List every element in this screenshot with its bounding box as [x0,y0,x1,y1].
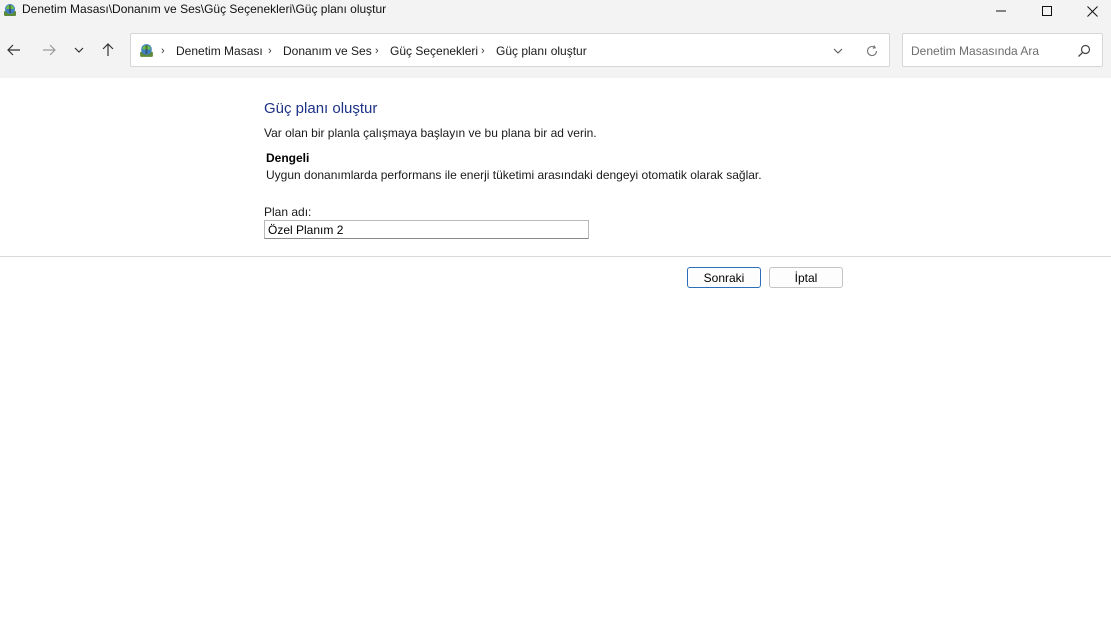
recent-locations-button[interactable] [67,40,91,60]
refresh-icon [866,45,878,57]
plan-name-input[interactable] [264,220,589,239]
refresh-button[interactable] [864,43,880,59]
page-title: Güç planı oluştur [264,100,378,117]
arrow-up-icon [102,43,114,56]
breadcrumb-create-power-plan[interactable]: Güç planı oluştur [496,44,587,58]
close-button[interactable] [1069,0,1111,22]
breadcrumb-power-options[interactable]: Güç Seçenekleri [390,44,478,58]
breadcrumb-separator-icon[interactable]: › [481,44,485,58]
chevron-down-icon [833,48,843,54]
back-button[interactable] [2,40,26,60]
minimize-icon [996,10,1006,12]
maximize-icon [1042,6,1052,16]
minimize-button[interactable] [978,0,1024,22]
search-input[interactable] [911,43,1071,59]
window-title: Denetim Masası\Donanım ve Ses\Güç Seçene… [22,2,387,16]
plan-name-label: Plan adı: [264,205,312,219]
chevron-down-icon [74,47,84,53]
intro-text: Var olan bir planla çalışmaya başlayın v… [264,126,597,140]
control-panel-icon [138,42,155,59]
arrow-right-icon [43,44,56,56]
search-icon[interactable] [1076,43,1092,59]
breadcrumb-separator-icon[interactable]: › [375,44,379,58]
control-panel-icon [2,2,18,18]
title-bar: Denetim Masası\Donanım ve Ses\Güç Seçene… [0,0,1111,22]
navigation-bar: › Denetim Masası › Donanım ve Ses › Güç … [0,22,1111,78]
breadcrumb-hardware-sound[interactable]: Donanım ve Ses [283,44,372,58]
base-plan-name: Dengeli [266,151,310,165]
forward-button[interactable] [37,40,61,60]
close-icon [1086,5,1098,17]
address-history-button[interactable] [831,44,845,58]
arrow-left-icon [7,44,20,56]
next-button[interactable]: Sonraki [687,267,761,288]
breadcrumb-separator-icon[interactable]: › [161,44,165,58]
divider [0,256,1111,257]
search-box[interactable] [902,33,1103,67]
breadcrumb-control-panel[interactable]: Denetim Masası [176,44,263,58]
cancel-button[interactable]: İptal [769,267,843,288]
up-button[interactable] [96,40,120,60]
address-bar[interactable]: › Denetim Masası › Donanım ve Ses › Güç … [130,33,890,67]
breadcrumb-separator-icon[interactable]: › [268,44,272,58]
maximize-button[interactable] [1024,0,1070,22]
base-plan-description: Uygun donanımlarda performans ile enerji… [266,168,762,182]
